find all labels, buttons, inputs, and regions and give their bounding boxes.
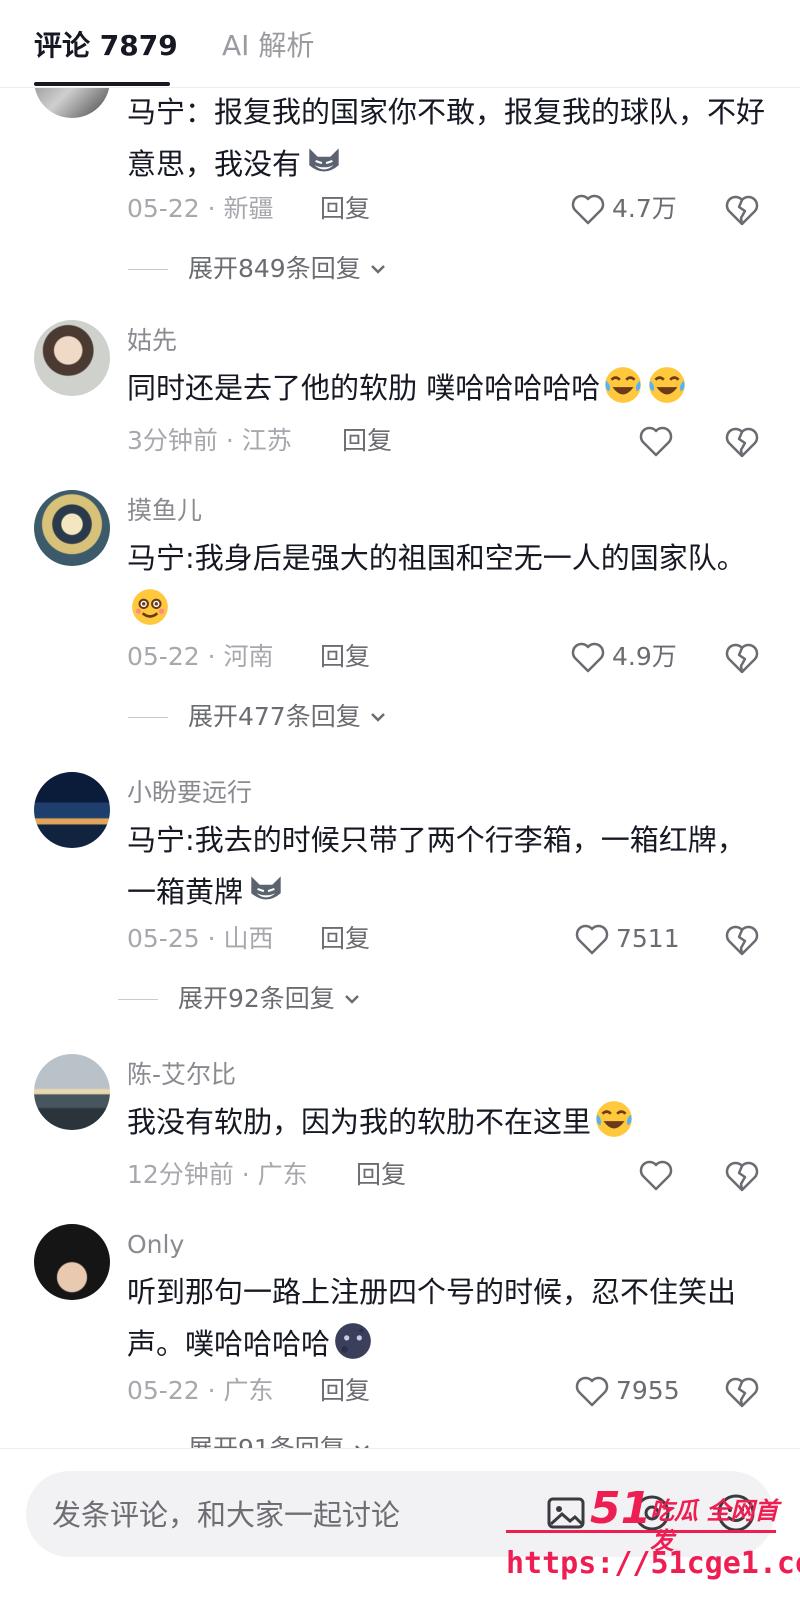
avatar[interactable] [34, 1054, 110, 1130]
avatar[interactable] [34, 88, 110, 118]
like-count: 7955 [616, 1376, 680, 1405]
comment-text: 马宁:我身后是强大的祖国和空无一人的国家队。 [127, 532, 767, 636]
avatar[interactable] [34, 772, 110, 848]
heart-icon [571, 194, 605, 225]
laugh-cry-emoji [605, 367, 642, 403]
reply-button[interactable]: 回复 [320, 640, 370, 674]
avatar[interactable] [34, 320, 110, 396]
laugh-cry-emoji [649, 367, 686, 403]
expand-replies-label: 展开92条回复 [178, 984, 335, 1013]
reply-button[interactable]: 回复 [356, 1158, 406, 1192]
like-count: 4.7万 [612, 194, 677, 223]
watermark: 51 吃瓜 全网首发 https://51cge1.com [506, 1483, 800, 1596]
comment-text: 同时还是去了他的软肋 噗哈哈哈哈哈 [127, 362, 767, 414]
comment-meta: 05-22 · 新疆 [127, 194, 274, 223]
reply-button[interactable]: 回复 [320, 922, 370, 956]
reply-button[interactable]: 回复 [320, 192, 370, 226]
broken-heart-icon[interactable] [724, 922, 760, 958]
comment-input-placeholder: 发条评论，和大家一起讨论 [52, 1498, 401, 1532]
reply-button[interactable]: 回复 [320, 1374, 370, 1408]
username[interactable]: Only [127, 1228, 184, 1262]
divider [128, 716, 168, 718]
heart-icon [571, 642, 605, 673]
heart-icon [575, 1376, 609, 1407]
like-count: 4.9万 [612, 642, 677, 671]
broken-heart-icon[interactable] [724, 1158, 760, 1194]
expand-replies-label: 展开849条回复 [188, 254, 361, 283]
username[interactable]: 姑先 [127, 324, 177, 358]
divider [118, 998, 158, 1000]
comment-text: 马宁：报复我的国家你不敢，报复我的球队，不好意思，我没有 [127, 95, 766, 181]
heart-icon [639, 1160, 673, 1191]
expand-replies-label: 展开91条回复 [188, 1432, 345, 1448]
like-count: 7511 [616, 924, 680, 953]
broken-heart-icon[interactable] [724, 192, 760, 228]
reply-button[interactable]: 回复 [342, 424, 392, 458]
tab-active-indicator [34, 82, 170, 86]
username[interactable]: 小盼要远行 [127, 776, 252, 810]
chevron-down-icon [344, 995, 359, 1004]
comment-text: 我没有软肋，因为我的软肋不在这里 [127, 1096, 767, 1148]
comment-meta: 3分钟前 · 江苏 [127, 426, 292, 455]
broken-heart-icon[interactable] [724, 640, 760, 676]
heart-icon [639, 426, 673, 457]
username[interactable]: 陈-艾尔比 [127, 1058, 236, 1092]
smirk-dog-emoji [309, 148, 339, 172]
comment-meta: 12分钟前 · 广东 [127, 1160, 308, 1189]
grin-emoji [132, 589, 168, 625]
like-button[interactable] [638, 1158, 674, 1192]
tab-comments[interactable]: 评论 7879 [34, 26, 178, 66]
smirk-dog-emoji [251, 876, 281, 900]
username[interactable]: 摸鱼儿 [127, 494, 202, 528]
watermark-underline [506, 1530, 776, 1533]
chevron-down-icon [370, 713, 385, 722]
avatar[interactable] [34, 490, 110, 566]
laugh-cry-emoji [596, 1101, 632, 1137]
expand-replies[interactable]: 展开91条回复 [128, 1432, 373, 1448]
expand-replies[interactable]: 展开849条回复 [128, 252, 389, 286]
comment-text: 听到那句一路上注册四个号的时候，忍不住笑出声。噗哈哈哈哈 [127, 1275, 737, 1361]
expand-replies[interactable]: 展开92条回复 [118, 982, 363, 1016]
watermark-url: https://51cge1.com [506, 1546, 800, 1581]
divider [128, 268, 168, 270]
like-button[interactable]: 4.7万 [570, 192, 677, 226]
comment-list[interactable]: 马宁：报复我的国家你不敢，报复我的球队，不好意思，我没有 05-22 · 新疆 … [0, 88, 800, 1448]
expand-replies[interactable]: 展开477条回复 [128, 700, 389, 734]
broken-heart-icon[interactable] [724, 424, 760, 460]
comment-meta: 05-22 · 河南 [127, 642, 274, 671]
like-button[interactable] [638, 424, 674, 458]
watermark-brand: 51 [590, 1483, 652, 1534]
like-button[interactable]: 4.9万 [570, 640, 677, 674]
dark-moon-emoji [335, 1323, 371, 1359]
like-button[interactable]: 7955 [574, 1374, 680, 1408]
avatar[interactable] [34, 1224, 110, 1300]
chevron-down-icon [370, 265, 385, 274]
comment-meta: 05-22 · 广东 [127, 1376, 274, 1405]
tab-ai-analysis[interactable]: AI 解析 [222, 26, 314, 66]
comment-text: 马宁:我去的时候只带了两个行李箱，一箱红牌，一箱黄牌 [127, 823, 746, 909]
comment-header: 评论 7879 AI 解析 [0, 0, 800, 88]
heart-icon [575, 924, 609, 955]
comment-meta: 05-25 · 山西 [127, 924, 274, 953]
like-button[interactable]: 7511 [574, 922, 680, 956]
expand-replies-label: 展开477条回复 [188, 702, 361, 731]
chevron-down-icon [354, 1445, 369, 1448]
broken-heart-icon[interactable] [724, 1374, 760, 1410]
